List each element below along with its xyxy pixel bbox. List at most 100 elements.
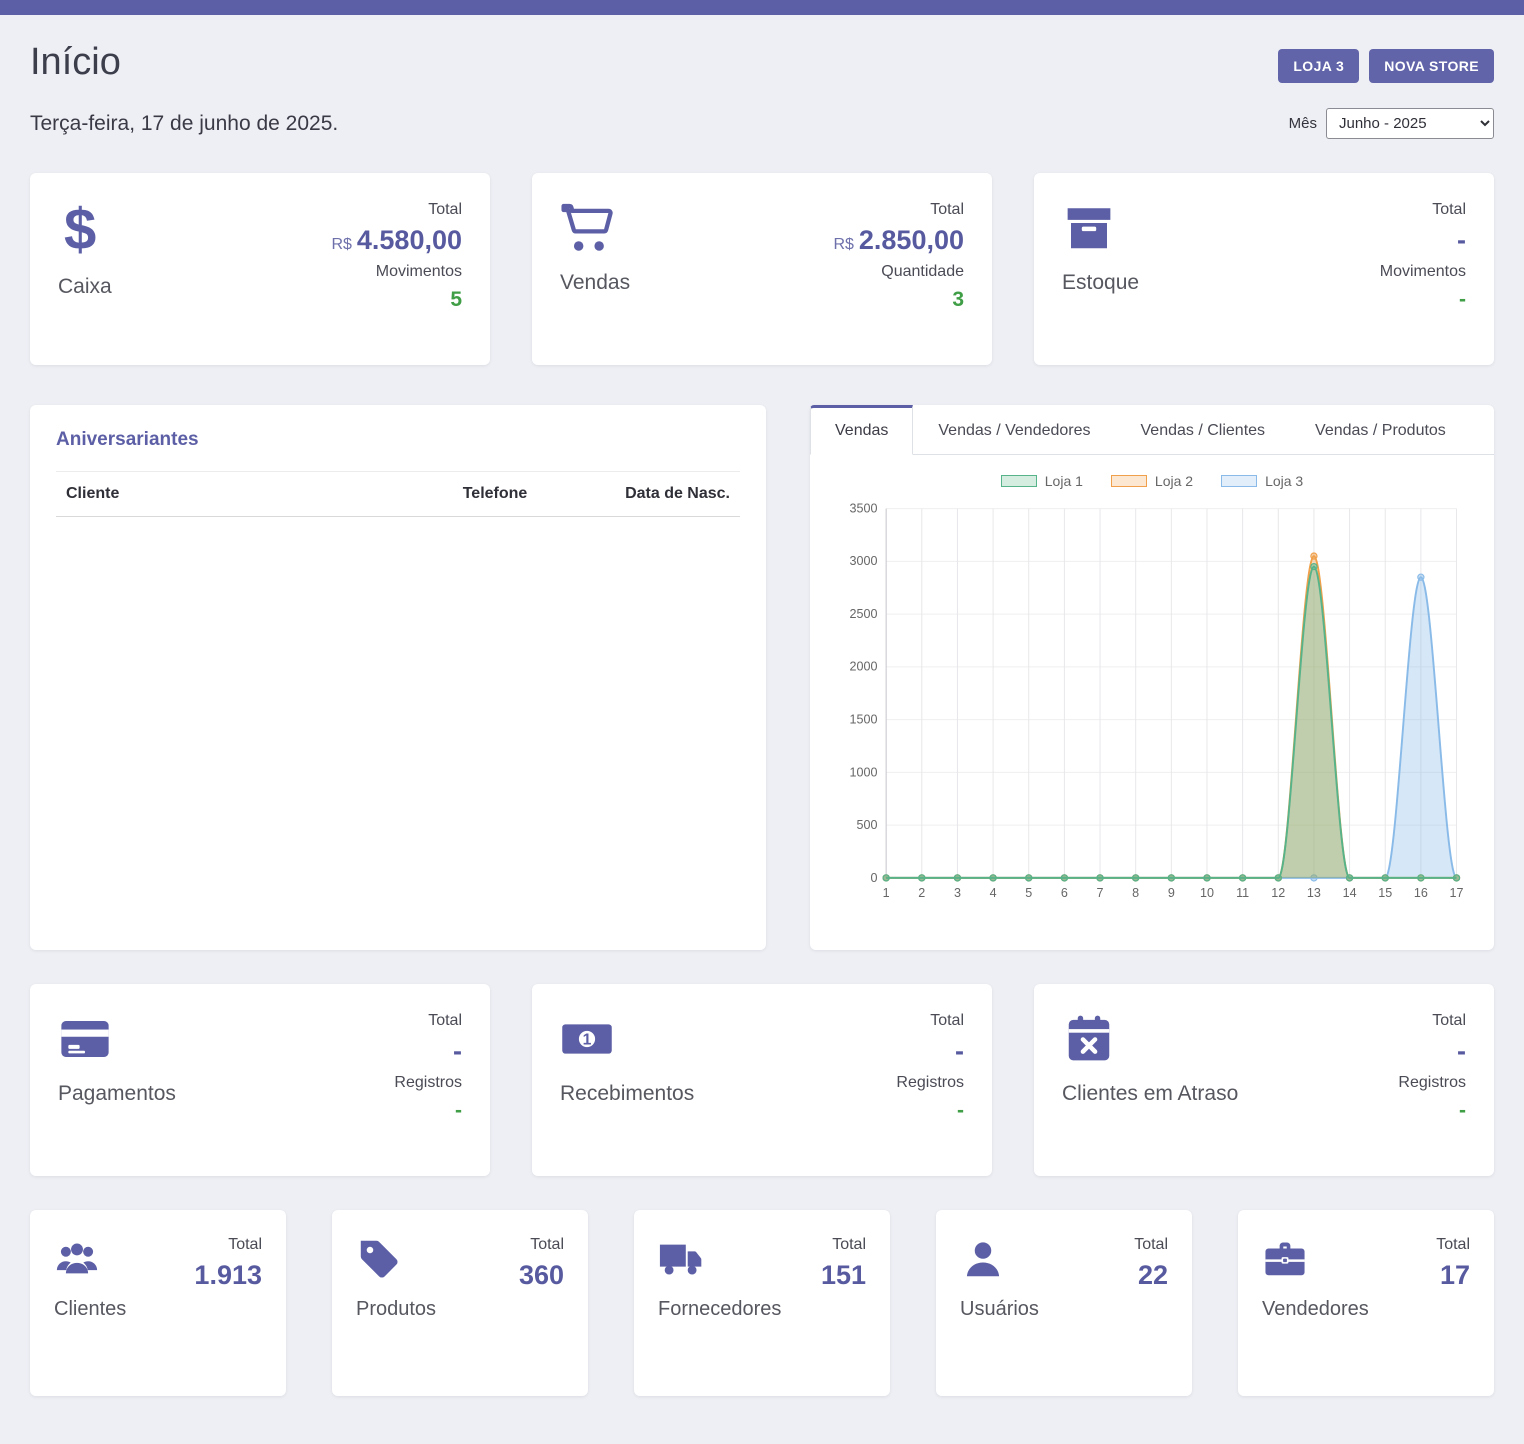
pagamentos-total-label: Total: [428, 1012, 462, 1030]
chart-legend: Loja 1 Loja 2 Loja 3: [832, 473, 1472, 489]
svg-text:2000: 2000: [850, 660, 878, 674]
clientes-atraso-reg-value: -: [1459, 1099, 1466, 1122]
svg-text:7: 7: [1097, 886, 1104, 900]
chart-body: Loja 1Loja 2Loja 3 050010001500200025003…: [810, 455, 1494, 950]
svg-text:3: 3: [954, 886, 961, 900]
clientes-atraso-total-label: Total: [1432, 1012, 1466, 1030]
svg-text:10: 10: [1200, 886, 1214, 900]
vendas-total-value: R$2.850,00: [833, 226, 964, 256]
legend-item-loja-1[interactable]: Loja 1: [1001, 473, 1083, 489]
svg-text:12: 12: [1271, 886, 1285, 900]
vendas-qtd-value: 3: [952, 288, 964, 311]
month-select[interactable]: Junho - 2025: [1326, 108, 1494, 139]
svg-text:3500: 3500: [850, 501, 878, 515]
recebimentos-total-value: -: [955, 1037, 964, 1067]
store-name-button[interactable]: NOVA STORE: [1369, 49, 1494, 83]
caixa-card: $ Caixa Total R$4.580,00 Movimentos 5: [30, 173, 490, 365]
caixa-label: Caixa: [58, 275, 112, 299]
svg-text:14: 14: [1343, 886, 1357, 900]
svg-text:1: 1: [883, 886, 890, 900]
produtos-label: Produtos: [356, 1298, 436, 1321]
tab-vendas-produtos[interactable]: Vendas / Produtos: [1290, 405, 1471, 455]
estoque-mov-label: Movimentos: [1380, 263, 1466, 281]
recebimentos-total-label: Total: [930, 1012, 964, 1030]
pagamentos-reg-label: Registros: [394, 1074, 462, 1092]
vendedores-total-value: 17: [1440, 1261, 1470, 1291]
birthdays-panel: Aniversariantes Cliente Telefone Data de…: [30, 405, 766, 950]
caixa-total-value: R$4.580,00: [331, 226, 462, 256]
briefcase-icon: [1262, 1236, 1308, 1282]
svg-text:8: 8: [1132, 886, 1139, 900]
tab-vendas[interactable]: Vendas: [810, 405, 913, 455]
vendas-qtd-label: Quantidade: [881, 263, 964, 281]
sales-line-chart: 0500100015002000250030003500123456789101…: [832, 497, 1472, 911]
clientes-atraso-card: Clientes em Atraso Total - Registros -: [1034, 984, 1494, 1176]
clientes-total-label: Total: [228, 1236, 262, 1254]
svg-text:5: 5: [1025, 886, 1032, 900]
caixa-total-label: Total: [428, 201, 462, 219]
clientes-atraso-reg-label: Registros: [1398, 1074, 1466, 1092]
summary-cards-bottom: Clientes Total 1.913 Produtos Total 360: [30, 1210, 1494, 1396]
svg-text:4: 4: [990, 886, 997, 900]
usuarios-label: Usuários: [960, 1298, 1039, 1321]
users-icon: [54, 1236, 100, 1282]
birthdays-table: Cliente Telefone Data de Nasc.: [56, 471, 740, 517]
clientes-card: Clientes Total 1.913: [30, 1210, 286, 1396]
legend-color-swatch: [1001, 475, 1037, 487]
calendar-x-icon: [1062, 1012, 1116, 1066]
svg-text:2: 2: [918, 886, 925, 900]
svg-text:17: 17: [1450, 886, 1464, 900]
pagamentos-total-value: -: [453, 1037, 462, 1067]
produtos-card: Produtos Total 360: [332, 1210, 588, 1396]
cart-icon: [560, 201, 614, 255]
estoque-total-value: -: [1452, 226, 1466, 256]
tab-vendas-clientes[interactable]: Vendas / Clientes: [1116, 405, 1291, 455]
svg-text:16: 16: [1414, 886, 1428, 900]
recebimentos-label: Recebimentos: [560, 1082, 694, 1106]
clientes-total-value: 1.913: [194, 1261, 262, 1291]
current-date: Terça-feira, 17 de junho de 2025.: [30, 112, 338, 136]
fornecedores-total-label: Total: [832, 1236, 866, 1254]
top-accent-bar: [0, 0, 1524, 15]
credit-card-icon: [58, 1012, 112, 1066]
vendas-total-label: Total: [930, 201, 964, 219]
store-badge-button[interactable]: LOJA 3: [1278, 49, 1359, 83]
pagamentos-reg-value: -: [455, 1099, 462, 1122]
svg-text:0: 0: [870, 871, 877, 885]
svg-text:9: 9: [1168, 886, 1175, 900]
legend-label: Loja 2: [1155, 473, 1193, 489]
legend-label: Loja 3: [1265, 473, 1303, 489]
recebimentos-reg-label: Registros: [896, 1074, 964, 1092]
clientes-label: Clientes: [54, 1298, 126, 1321]
summary-cards-mid: Pagamentos Total - Registros - 1 Recebim…: [30, 984, 1494, 1176]
month-picker: Mês Junho - 2025: [1289, 108, 1494, 139]
svg-text:11: 11: [1236, 886, 1249, 900]
fornecedores-total-value: 151: [821, 1261, 866, 1291]
svg-text:3000: 3000: [850, 554, 878, 568]
recebimentos-card: 1 Recebimentos Total - Registros -: [532, 984, 992, 1176]
recebimentos-reg-value: -: [957, 1099, 964, 1122]
birthdays-title: Aniversariantes: [56, 429, 740, 451]
estoque-mov-value: -: [1459, 288, 1466, 311]
legend-color-swatch: [1221, 475, 1257, 487]
middle-row: Aniversariantes Cliente Telefone Data de…: [30, 405, 1494, 950]
legend-item-loja-2[interactable]: Loja 2: [1111, 473, 1193, 489]
legend-item-loja-3[interactable]: Loja 3: [1221, 473, 1303, 489]
estoque-card: Estoque Total - Movimentos -: [1034, 173, 1494, 365]
box-icon: [1062, 201, 1116, 255]
caixa-mov-label: Movimentos: [376, 263, 462, 281]
vendas-label: Vendas: [560, 271, 630, 295]
svg-text:1: 1: [583, 1032, 592, 1049]
legend-label: Loja 1: [1045, 473, 1083, 489]
month-label: Mês: [1289, 115, 1317, 132]
tab-vendas-vendedores[interactable]: Vendas / Vendedores: [913, 405, 1115, 455]
column-cliente: Cliente: [56, 472, 453, 517]
vendedores-total-label: Total: [1436, 1236, 1470, 1254]
usuarios-card: Usuários Total 22: [936, 1210, 1192, 1396]
svg-text:6: 6: [1061, 886, 1068, 900]
caixa-mov-value: 5: [450, 288, 462, 311]
tag-icon: [356, 1236, 402, 1282]
clientes-atraso-total-value: -: [1457, 1037, 1466, 1067]
user-icon: [960, 1236, 1006, 1282]
column-telefone: Telefone: [453, 472, 603, 517]
